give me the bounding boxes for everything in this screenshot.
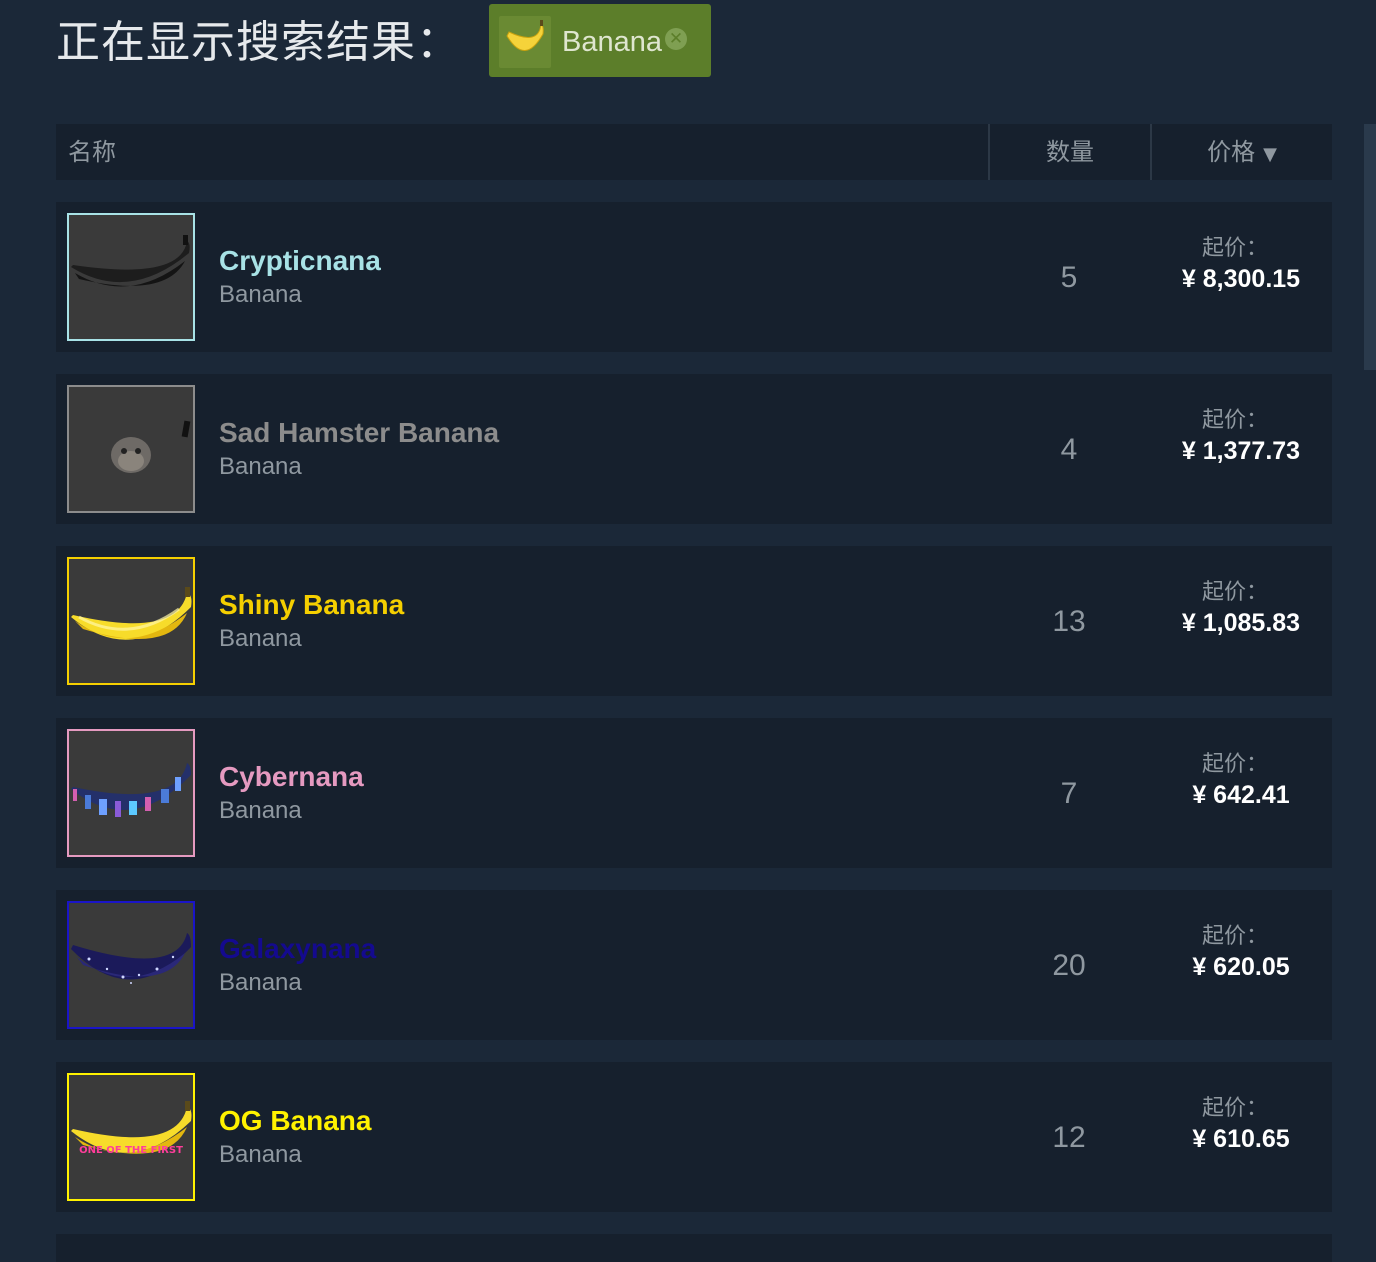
table-header: 名称 数量 价格 ▼ <box>56 124 1332 180</box>
item-image <box>67 557 195 685</box>
price-label: 起价： <box>1201 580 1268 605</box>
item-name[interactable]: Cybernana <box>219 760 364 794</box>
item-name[interactable]: Galaxynana <box>219 932 376 966</box>
sort-descending-icon: ▼ <box>1263 144 1277 165</box>
price-label: 起价： <box>1201 1096 1268 1121</box>
item-image <box>67 385 195 513</box>
listing-row[interactable]: Cybernana Banana 7 起价： ¥ 642.41 <box>56 718 1332 868</box>
filter-chip-banana[interactable]: Banana ✕ <box>489 4 711 77</box>
listing-row[interactable]: Shiny Banana Banana 13 起价： ¥ 1,085.83 <box>56 546 1332 696</box>
column-header-quantity[interactable]: 数量 <box>988 124 1150 180</box>
listing-row[interactable]: Crypticnana Banana 5 起价： ¥ 8,300.15 <box>56 202 1332 352</box>
item-game: Banana <box>219 281 302 308</box>
price-label: 起价： <box>1201 752 1268 777</box>
item-image <box>67 729 195 857</box>
close-circle-icon[interactable]: ✕ <box>665 28 687 50</box>
item-name[interactable]: Crypticnana <box>219 244 381 278</box>
listing-row[interactable]: Galaxynana Banana 20 起价： ¥ 620.05 <box>56 890 1332 1040</box>
item-game: Banana <box>219 1141 302 1168</box>
item-game: Banana <box>219 453 302 480</box>
og-banana-image: ONE OF THE FIRST <box>69 1075 193 1199</box>
price-value: ¥ 642.41 <box>1192 781 1290 809</box>
item-image: ONE OF THE FIRST <box>67 1073 195 1201</box>
price-value: ¥ 620.05 <box>1192 953 1290 981</box>
item-image <box>67 213 195 341</box>
column-header-price-label: 价格 <box>1207 138 1256 166</box>
item-game: Banana <box>219 969 302 996</box>
galaxy-banana-image <box>69 903 193 1027</box>
item-name[interactable]: OG Banana <box>219 1104 371 1138</box>
column-header-name: 名称 <box>68 138 116 166</box>
item-quantity: 5 <box>1060 261 1078 294</box>
price-value: ¥ 1,085.83 <box>1181 609 1301 637</box>
price-value: ¥ 610.65 <box>1192 1125 1290 1153</box>
item-quantity: 7 <box>1060 777 1078 810</box>
yellow-banana-image <box>69 559 193 683</box>
listing-rows: Crypticnana Banana 5 起价： ¥ 8,300.15 Sad … <box>56 202 1332 1234</box>
column-header-price[interactable]: 价格 ▼ <box>1150 124 1332 180</box>
price-value: ¥ 1,377.73 <box>1181 437 1301 465</box>
item-name[interactable]: Sad Hamster Banana <box>219 416 499 450</box>
cyber-banana-image <box>69 731 193 855</box>
item-quantity: 4 <box>1060 433 1078 466</box>
listing-row[interactable]: ONE OF THE FIRST OG Banana Banana 12 起价：… <box>56 1062 1332 1212</box>
item-image <box>67 901 195 1029</box>
filter-chip-label: Banana <box>562 26 662 58</box>
item-name[interactable]: Shiny Banana <box>219 588 404 622</box>
item-quantity: 20 <box>1052 949 1086 982</box>
listing-row[interactable]: Sad Hamster Banana Banana 4 起价： ¥ 1,377.… <box>56 374 1332 524</box>
listing-row-partial[interactable] <box>56 1234 1332 1262</box>
price-label: 起价： <box>1201 236 1268 261</box>
og-banana-image-text: ONE OF THE FIRST <box>79 1145 183 1156</box>
item-quantity: 12 <box>1052 1121 1086 1154</box>
scrollbar-thumb[interactable] <box>1364 124 1376 370</box>
banana-game-icon <box>499 16 551 68</box>
price-value: ¥ 8,300.15 <box>1181 265 1301 293</box>
price-label: 起价： <box>1201 408 1268 433</box>
price-label: 起价： <box>1201 924 1268 949</box>
item-game: Banana <box>219 797 302 824</box>
item-game: Banana <box>219 625 302 652</box>
hamster-image <box>69 387 193 511</box>
column-header-quantity-label: 数量 <box>1046 138 1094 166</box>
item-quantity: 13 <box>1052 605 1086 638</box>
search-results-heading: 正在显示搜索结果： <box>56 17 461 68</box>
market-search-page: 正在显示搜索结果： Banana ✕ 名称 数量 价格 ▼ Crypticnan… <box>0 0 1376 1262</box>
black-banana-image <box>69 215 193 339</box>
